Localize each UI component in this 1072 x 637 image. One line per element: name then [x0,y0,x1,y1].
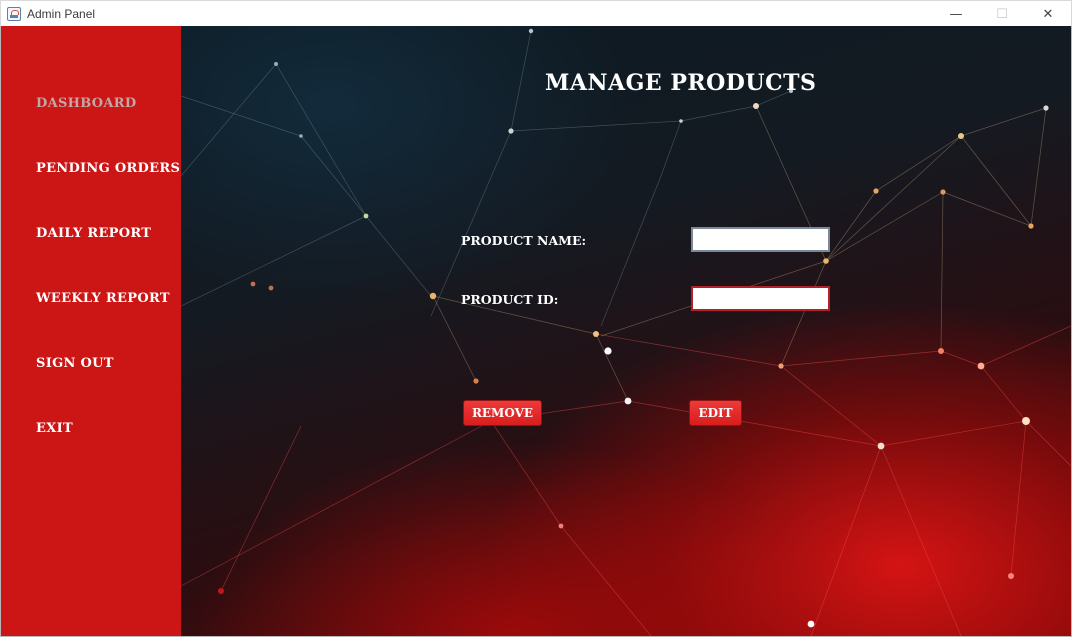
title-bar: Admin Panel — ☐ ✕ [0,0,1072,26]
sidebar-item-weekly-report[interactable]: WEEKLY REPORT [36,291,170,306]
sidebar-item-dashboard[interactable]: DASHBOARD [36,96,136,111]
remove-button[interactable]: REMOVE [463,400,542,426]
product-id-label: PRODUCT ID: [461,292,559,307]
edit-button[interactable]: EDIT [689,400,742,426]
product-name-label: PRODUCT NAME: [461,233,587,248]
minimize-button[interactable]: — [933,1,979,27]
sidebar-item-exit[interactable]: EXIT [36,421,73,436]
close-button[interactable]: ✕ [1025,1,1071,27]
product-id-field[interactable] [691,286,830,311]
sidebar: DASHBOARD PENDING ORDERS DAILY REPORT WE… [1,26,181,636]
main-panel: MANAGE PRODUCTS PRODUCT NAME: PRODUCT ID… [181,26,1071,636]
product-name-field[interactable] [691,227,830,252]
window-controls: — ☐ ✕ [933,1,1071,27]
network-background-image [181,28,1071,636]
sidebar-item-pending-orders[interactable]: PENDING ORDERS [36,161,180,176]
sidebar-item-sign-out[interactable]: SIGN OUT [36,356,114,371]
java-app-icon [7,6,21,21]
window-title: Admin Panel [27,6,96,21]
maximize-button[interactable]: ☐ [979,1,1025,27]
sidebar-item-daily-report[interactable]: DAILY REPORT [36,226,151,241]
page-title: MANAGE PRODUCTS [545,70,817,96]
